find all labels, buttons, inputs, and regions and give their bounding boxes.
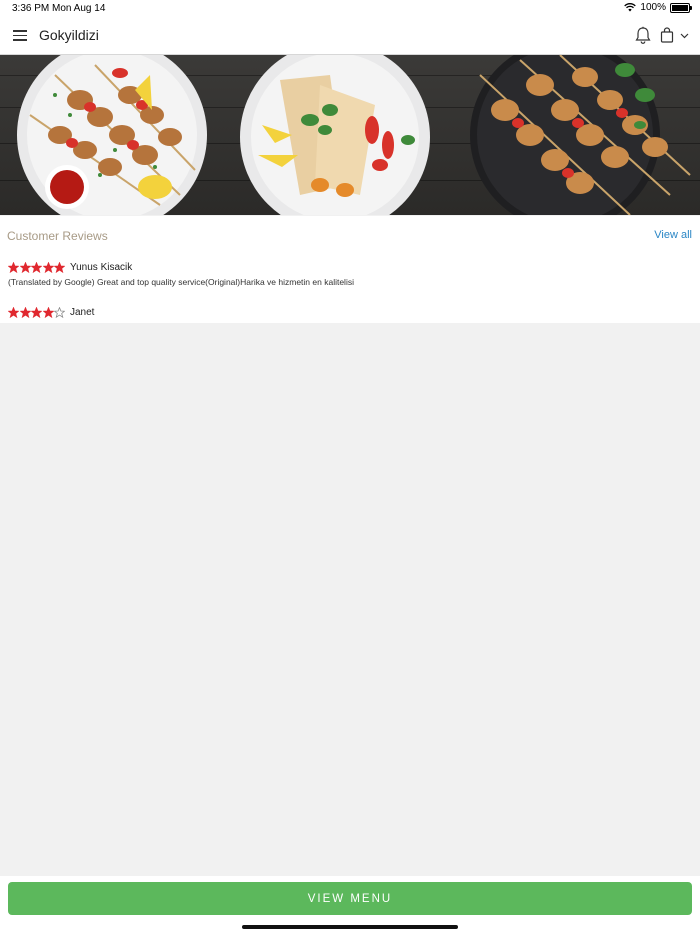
battery-percent: 100%	[640, 2, 666, 13]
shopping-bag-icon[interactable]	[660, 27, 674, 43]
page-title: Gokyildizi	[39, 27, 99, 43]
star-filled-icon	[31, 307, 42, 318]
menu-icon[interactable]	[13, 30, 27, 41]
wrap-plate	[240, 55, 430, 215]
bell-icon[interactable]	[634, 26, 652, 45]
reviewer-name: Janet	[70, 307, 95, 318]
reviewer-name: Yunus Kisacik	[70, 262, 133, 273]
reviews-heading: Customer Reviews	[7, 229, 108, 243]
star-rating	[8, 307, 66, 318]
wifi-icon	[624, 3, 637, 12]
chevron-down-icon[interactable]	[680, 31, 689, 40]
view-all-link[interactable]: View all	[654, 229, 692, 241]
food-banner-image	[0, 55, 700, 215]
status-bar: 3:36 PM Mon Aug 14 100%	[0, 0, 700, 17]
star-rating	[8, 262, 66, 273]
status-time: 3:36 PM	[12, 3, 50, 14]
app-header: Gokyildizi	[0, 17, 700, 55]
home-indicator[interactable]	[242, 925, 458, 929]
star-filled-icon	[42, 307, 54, 318]
star-filled-icon	[8, 262, 19, 273]
star-filled-icon	[31, 262, 42, 273]
status-right: 100%	[624, 2, 692, 13]
kebab-skewer-plate	[470, 55, 691, 215]
star-filled-icon	[42, 262, 54, 273]
view-menu-button[interactable]: VIEW MENU	[8, 882, 692, 915]
star-filled-icon	[19, 262, 31, 273]
review-text: (Translated by Google) Great and top qua…	[8, 277, 354, 287]
star-empty-icon	[54, 307, 65, 318]
food-plates-illustration	[17, 55, 691, 215]
customer-reviews-section: Customer Reviews View all Yunus Kisacik …	[0, 216, 700, 323]
star-filled-icon	[8, 307, 19, 318]
status-date: Mon Aug 14	[52, 3, 106, 14]
chicken-skewer-plate	[17, 55, 207, 215]
star-filled-icon	[54, 262, 65, 273]
battery-icon	[670, 2, 692, 13]
star-filled-icon	[19, 307, 31, 318]
